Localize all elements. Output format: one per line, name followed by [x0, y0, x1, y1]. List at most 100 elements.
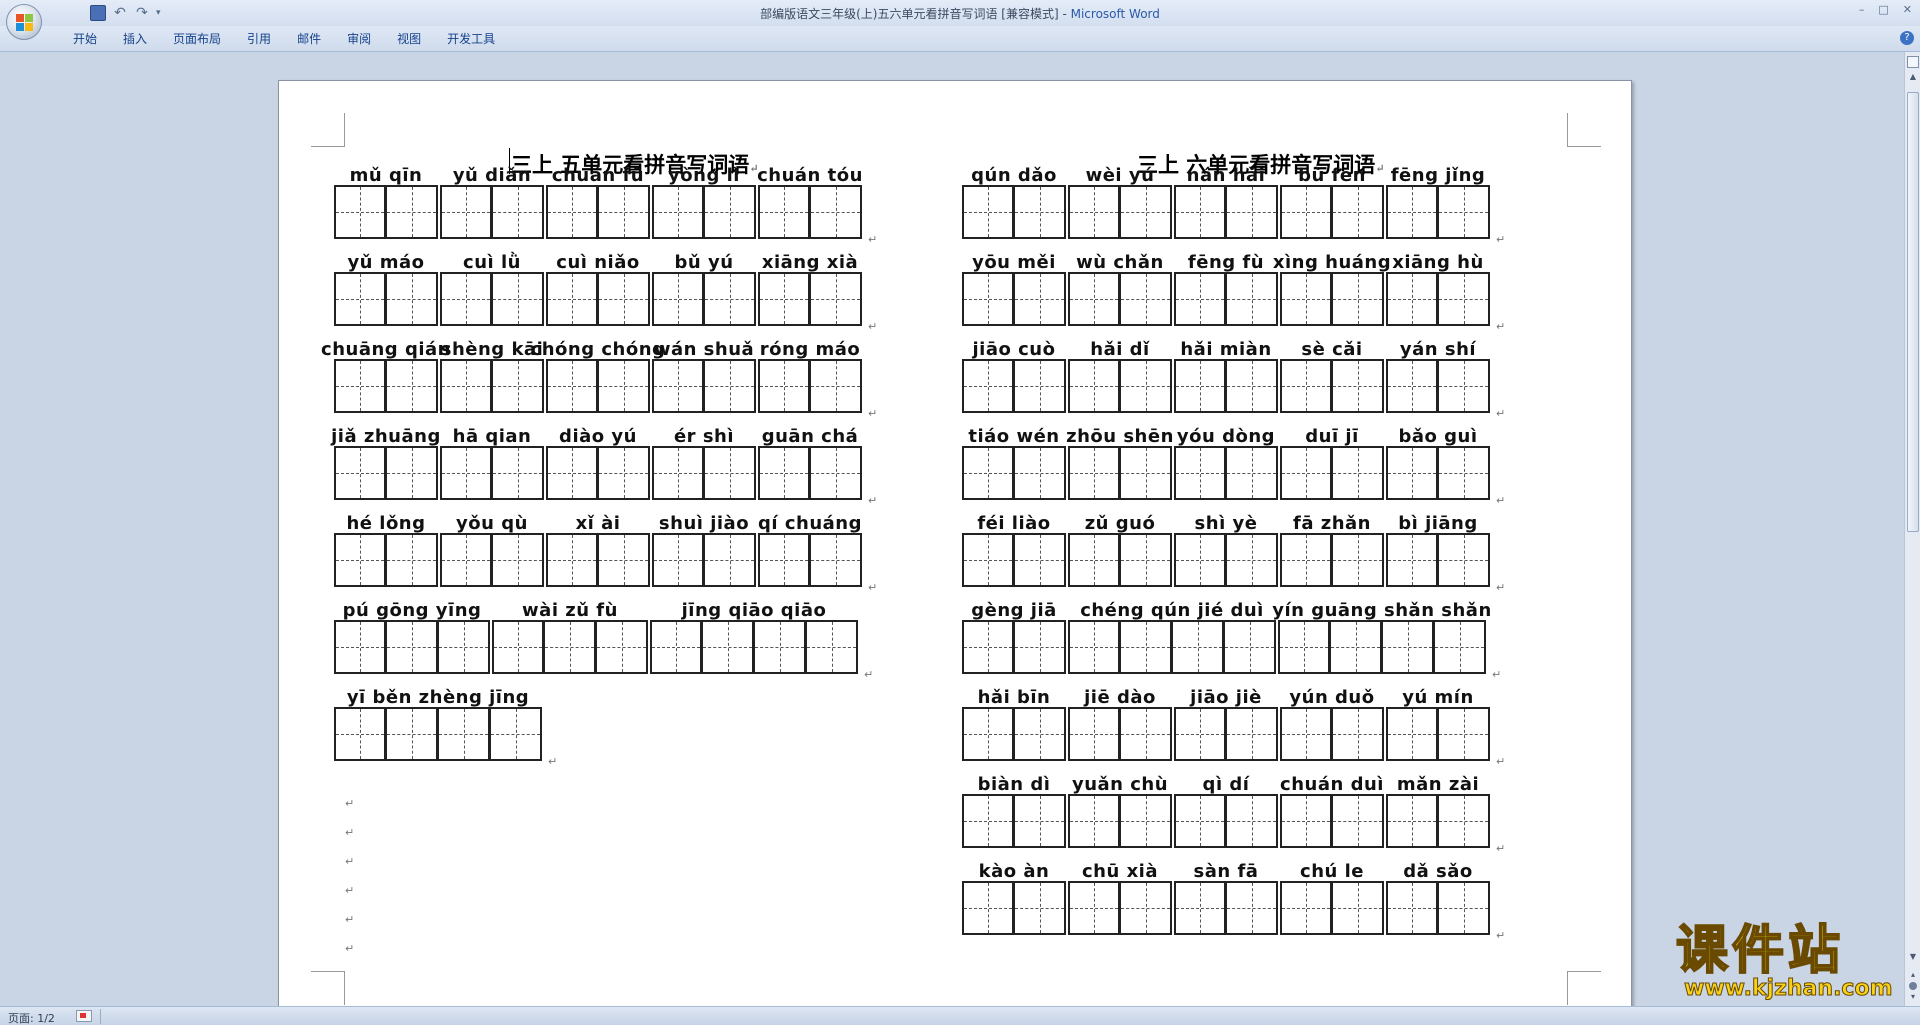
- tianzige-cell[interactable]: [1068, 185, 1120, 239]
- tianzige-cell[interactable]: [1332, 881, 1384, 935]
- vertical-scrollbar[interactable]: ▲ ▼ ▴ ▾: [1904, 52, 1920, 1006]
- tianzige-cell[interactable]: [386, 446, 438, 500]
- tianzige-cell[interactable]: [1226, 185, 1278, 239]
- tianzige-cell[interactable]: [1438, 272, 1490, 326]
- tianzige-cell[interactable]: [962, 794, 1014, 848]
- tab-home[interactable]: 开始: [60, 31, 110, 47]
- tianzige-cell[interactable]: [1120, 620, 1172, 674]
- word-writing-box[interactable]: [334, 272, 438, 326]
- word-writing-box[interactable]: [1174, 272, 1278, 326]
- tianzige-cell[interactable]: [1382, 620, 1434, 674]
- tianzige-cell[interactable]: [962, 707, 1014, 761]
- word-writing-box[interactable]: [440, 359, 544, 413]
- tianzige-cell[interactable]: [1068, 446, 1120, 500]
- tianzige-cell[interactable]: [440, 272, 492, 326]
- tianzige-cell[interactable]: [386, 359, 438, 413]
- word-writing-box[interactable]: [758, 359, 862, 413]
- tianzige-cell[interactable]: [1014, 620, 1066, 674]
- tab-page-layout[interactable]: 页面布局: [160, 31, 234, 47]
- word-writing-box[interactable]: [1174, 359, 1278, 413]
- tianzige-cell[interactable]: [1280, 359, 1332, 413]
- tianzige-cell[interactable]: [1014, 185, 1066, 239]
- next-page-icon[interactable]: ▾: [1907, 992, 1919, 1002]
- maximize-button[interactable]: □: [1878, 3, 1888, 16]
- word-writing-box[interactable]: [440, 533, 544, 587]
- word-writing-box[interactable]: [1174, 794, 1278, 848]
- tianzige-cell[interactable]: [492, 446, 544, 500]
- word-writing-box[interactable]: [546, 446, 650, 500]
- tianzige-cell[interactable]: [962, 881, 1014, 935]
- word-writing-box[interactable]: [1280, 359, 1384, 413]
- tianzige-cell[interactable]: [1068, 881, 1120, 935]
- tianzige-cell[interactable]: [1068, 794, 1120, 848]
- tianzige-cell[interactable]: [492, 185, 544, 239]
- tianzige-cell[interactable]: [1120, 533, 1172, 587]
- word-writing-box[interactable]: [962, 272, 1066, 326]
- word-writing-box[interactable]: [334, 185, 438, 239]
- tianzige-cell[interactable]: [1014, 707, 1066, 761]
- tianzige-cell[interactable]: [440, 446, 492, 500]
- word-writing-box[interactable]: [1068, 359, 1172, 413]
- tianzige-cell[interactable]: [438, 707, 490, 761]
- tianzige-cell[interactable]: [1226, 881, 1278, 935]
- tab-references[interactable]: 引用: [234, 31, 284, 47]
- document-page[interactable]: 三上 五单元看拼音写词语↵ 三上 六单元看拼音写词语↵ mǔ qīn yǔ diǎ…: [278, 80, 1632, 1006]
- tianzige-cell[interactable]: [810, 272, 862, 326]
- tianzige-cell[interactable]: [652, 533, 704, 587]
- tianzige-cell[interactable]: [598, 446, 650, 500]
- word-writing-box[interactable]: [334, 533, 438, 587]
- tianzige-cell[interactable]: [1386, 707, 1438, 761]
- word-writing-box[interactable]: [962, 185, 1066, 239]
- tianzige-cell[interactable]: [334, 707, 386, 761]
- tianzige-cell[interactable]: [544, 620, 596, 674]
- tianzige-cell[interactable]: [650, 620, 702, 674]
- help-icon[interactable]: ?: [1900, 31, 1914, 45]
- word-writing-box[interactable]: [1174, 446, 1278, 500]
- word-writing-box[interactable]: [652, 185, 756, 239]
- tianzige-cell[interactable]: [810, 446, 862, 500]
- word-writing-box[interactable]: [1068, 446, 1172, 500]
- tianzige-cell[interactable]: [546, 446, 598, 500]
- word-writing-box[interactable]: [1386, 446, 1490, 500]
- tianzige-cell[interactable]: [704, 185, 756, 239]
- tianzige-cell[interactable]: [758, 359, 810, 413]
- tianzige-cell[interactable]: [386, 620, 438, 674]
- word-writing-box[interactable]: [962, 620, 1066, 674]
- tianzige-cell[interactable]: [810, 359, 862, 413]
- word-writing-box[interactable]: [962, 794, 1066, 848]
- word-writing-box[interactable]: [334, 359, 438, 413]
- word-writing-box[interactable]: [334, 620, 490, 674]
- tianzige-cell[interactable]: [546, 533, 598, 587]
- word-writing-box[interactable]: [546, 272, 650, 326]
- scroll-up-arrow-icon[interactable]: ▲: [1907, 72, 1919, 86]
- tianzige-cell[interactable]: [1068, 707, 1120, 761]
- document-area[interactable]: 三上 五单元看拼音写词语↵ 三上 六单元看拼音写词语↵ mǔ qīn yǔ diǎ…: [0, 52, 1904, 1006]
- tianzige-cell[interactable]: [1332, 446, 1384, 500]
- tianzige-cell[interactable]: [1332, 707, 1384, 761]
- word-writing-box[interactable]: [440, 446, 544, 500]
- tianzige-cell[interactable]: [1120, 359, 1172, 413]
- tianzige-cell[interactable]: [1280, 794, 1332, 848]
- tianzige-cell[interactable]: [652, 359, 704, 413]
- tianzige-cell[interactable]: [962, 272, 1014, 326]
- word-writing-box[interactable]: [962, 446, 1066, 500]
- word-writing-box[interactable]: [1280, 533, 1384, 587]
- word-writing-box[interactable]: [1068, 185, 1172, 239]
- tianzige-cell[interactable]: [386, 533, 438, 587]
- tianzige-cell[interactable]: [810, 533, 862, 587]
- tianzige-cell[interactable]: [598, 272, 650, 326]
- tianzige-cell[interactable]: [1174, 881, 1226, 935]
- tianzige-cell[interactable]: [598, 533, 650, 587]
- tianzige-cell[interactable]: [1280, 533, 1332, 587]
- word-writing-box[interactable]: [1280, 446, 1384, 500]
- tianzige-cell[interactable]: [334, 620, 386, 674]
- tianzige-cell[interactable]: [1280, 881, 1332, 935]
- word-writing-box[interactable]: [1386, 533, 1490, 587]
- office-button[interactable]: [6, 4, 42, 40]
- tianzige-cell[interactable]: [1068, 272, 1120, 326]
- tianzige-cell[interactable]: [386, 272, 438, 326]
- tianzige-cell[interactable]: [1280, 185, 1332, 239]
- tianzige-cell[interactable]: [492, 359, 544, 413]
- word-writing-box[interactable]: [1174, 533, 1278, 587]
- tianzige-cell[interactable]: [1386, 794, 1438, 848]
